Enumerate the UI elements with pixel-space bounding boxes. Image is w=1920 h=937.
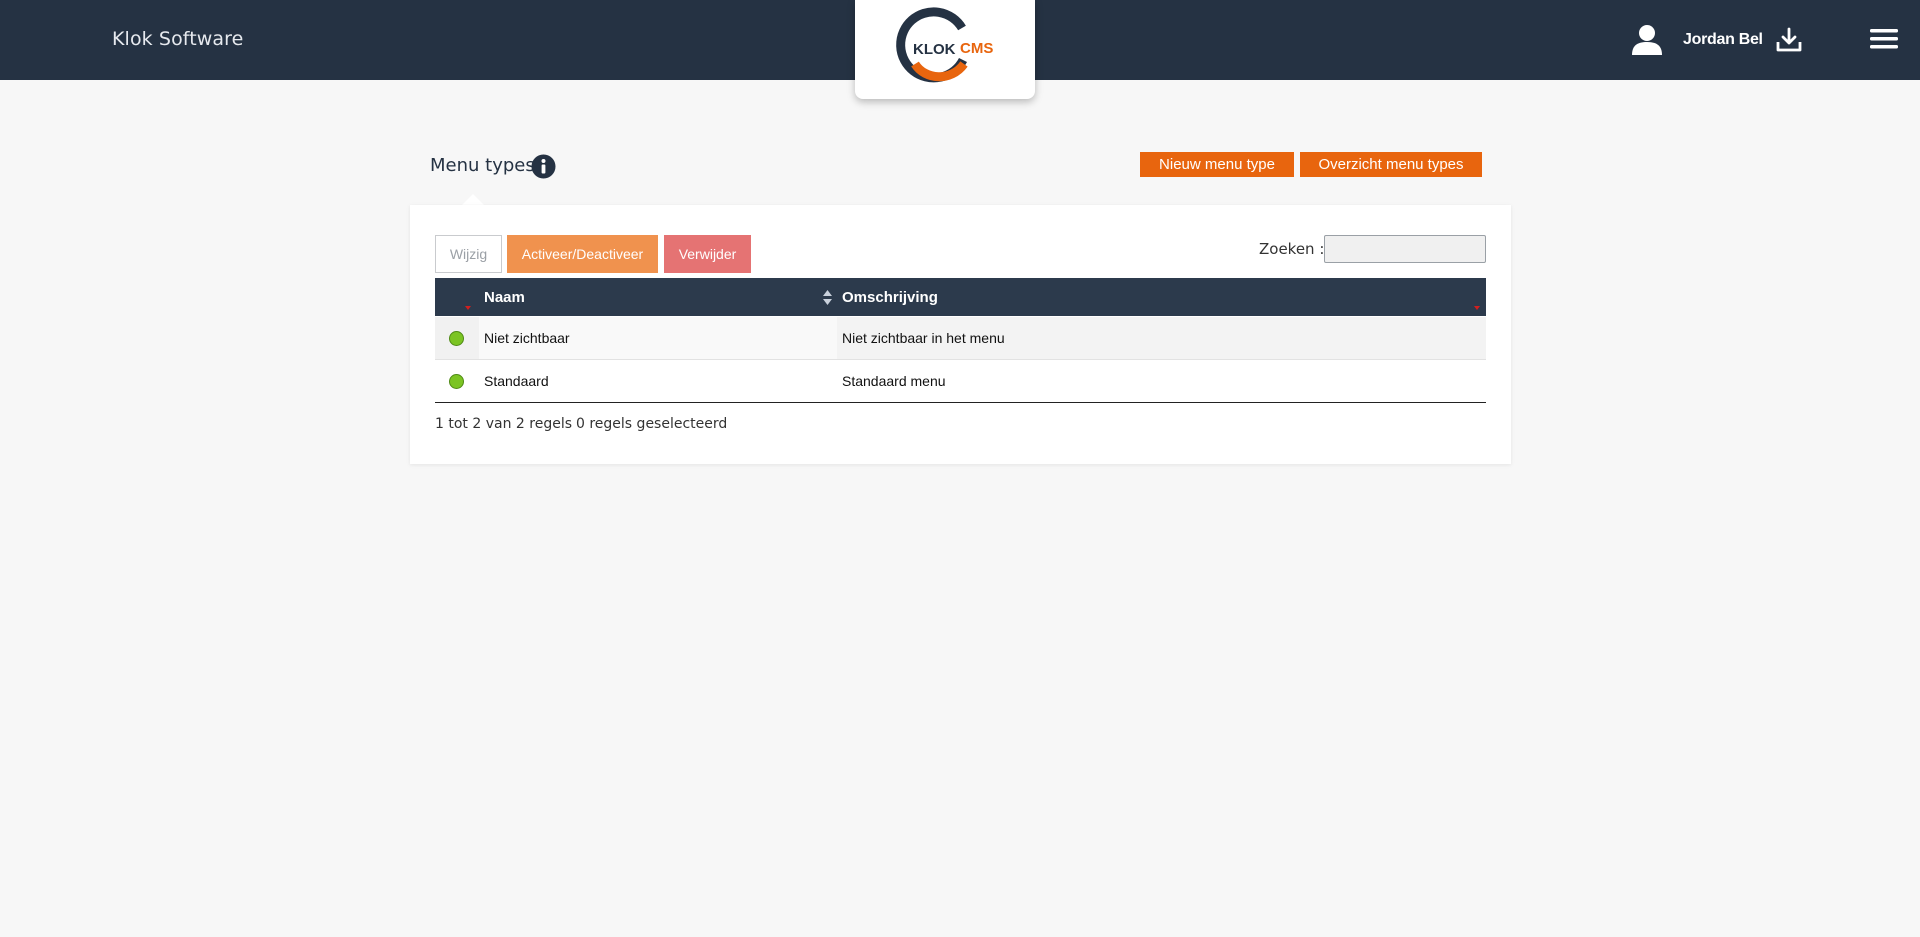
- table-row[interactable]: Standaard Standaard menu: [435, 360, 1486, 403]
- search-input[interactable]: [1324, 235, 1486, 263]
- table-row[interactable]: Niet zichtbaar Niet zichtbaar in het men…: [435, 317, 1486, 360]
- column-header-naam[interactable]: Naam: [484, 289, 525, 306]
- search-label: Zoeken :: [1259, 240, 1325, 258]
- sort-both-icon[interactable]: [823, 290, 832, 310]
- brand-name[interactable]: Klok Software: [112, 28, 243, 50]
- logo-text-klok: KLOK: [913, 41, 956, 58]
- sort-indicator-icon[interactable]: [1474, 297, 1480, 315]
- user-icon[interactable]: [1630, 24, 1664, 60]
- logo-card[interactable]: KLOK CMS: [855, 0, 1035, 99]
- panel-notch: [462, 194, 484, 205]
- delete-button[interactable]: Verwijder: [664, 235, 751, 273]
- cell-description: Niet zichtbaar in het menu: [842, 330, 1005, 346]
- user-name[interactable]: Jordan Bel: [1683, 31, 1763, 49]
- activate-deactivate-button[interactable]: Activeer/Deactiveer: [507, 235, 658, 273]
- info-icon[interactable]: [531, 154, 556, 184]
- column-header-omschrijving[interactable]: Omschrijving: [842, 289, 938, 306]
- cell-name: Standaard: [484, 373, 549, 389]
- selected-info: 0 regels geselecteerd: [576, 416, 728, 432]
- cell-name: Niet zichtbaar: [484, 330, 570, 346]
- logo-text-cms: CMS: [960, 40, 993, 57]
- edit-button[interactable]: Wijzig: [435, 235, 502, 273]
- status-active-icon: [449, 374, 464, 389]
- page-title: Menu types: [430, 155, 535, 176]
- download-icon[interactable]: [1776, 27, 1802, 58]
- new-menu-type-button[interactable]: Nieuw menu type: [1140, 152, 1294, 177]
- status-active-icon: [449, 331, 464, 346]
- table-info: 1 tot 2 van 2 regels: [435, 416, 572, 432]
- sort-indicator-icon[interactable]: [465, 297, 471, 315]
- overview-menu-types-button[interactable]: Overzicht menu types: [1300, 152, 1482, 177]
- table-header: Naam Omschrijving: [435, 278, 1486, 316]
- cell-description: Standaard menu: [842, 373, 946, 389]
- klok-cms-logo: KLOK CMS: [896, 7, 993, 83]
- hamburger-menu-icon[interactable]: [1870, 28, 1898, 55]
